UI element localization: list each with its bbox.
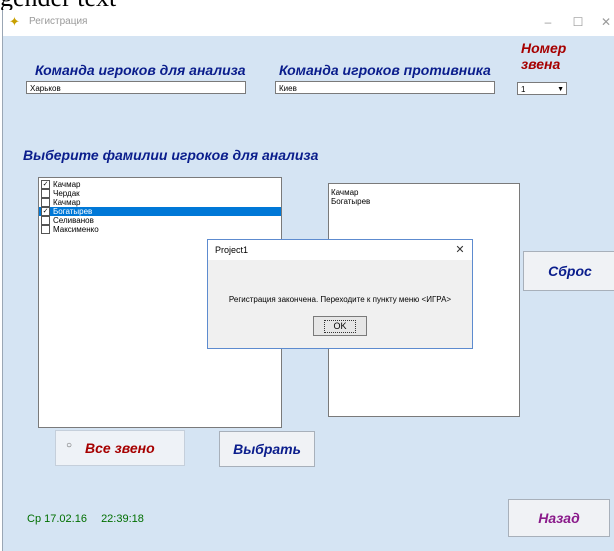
document-fragment-text: gender text bbox=[0, 0, 116, 10]
status-date: Ср 17.02.16 bbox=[27, 513, 87, 525]
dialog-title: Project1 bbox=[215, 245, 249, 255]
choose-button-label: Выбрать bbox=[233, 441, 301, 457]
title-bar: ✦ Регистрация – ☐ ✕ bbox=[3, 10, 614, 36]
status-time: 22:39:18 bbox=[101, 513, 144, 525]
choose-players-label: Выберите фамилии игроков для анализа bbox=[23, 147, 319, 163]
status-datetime: Ср 17.02.16 22:39:18 bbox=[27, 513, 144, 525]
player-name: Чердак bbox=[53, 189, 80, 198]
player-row-selected[interactable]: ✓ Богатырев bbox=[39, 207, 281, 216]
unit-number-select[interactable]: 1 ▼ bbox=[517, 82, 567, 95]
player-name: Качмар bbox=[53, 198, 81, 207]
player-row[interactable]: Чердак bbox=[39, 189, 281, 198]
document-fragment-strip: gender text bbox=[0, 0, 614, 10]
minimize-button[interactable]: – bbox=[535, 13, 561, 31]
team-analysis-input[interactable]: Харьков bbox=[26, 81, 246, 94]
dialog-message: Регистрация закончена. Переходите к пунк… bbox=[228, 295, 452, 304]
team-opponent-input[interactable]: Киев bbox=[275, 81, 495, 94]
app-icon: ✦ bbox=[9, 14, 20, 29]
dialog-close-icon[interactable]: ✕ bbox=[452, 243, 468, 256]
back-button[interactable]: Назад bbox=[508, 499, 610, 537]
window-title: Регистрация bbox=[29, 16, 88, 27]
player-name: Качмар bbox=[53, 180, 81, 189]
checked-icon[interactable]: ✓ bbox=[41, 180, 50, 189]
message-dialog: Project1 ✕ Регистрация закончена. Перехо… bbox=[207, 239, 473, 349]
ok-button-label: OK bbox=[324, 319, 356, 333]
list-item[interactable]: Качмар bbox=[329, 188, 519, 197]
player-row[interactable]: ✓ Качмар bbox=[39, 180, 281, 189]
player-name: Селиванов bbox=[53, 216, 94, 225]
reset-button-label: Сброс bbox=[548, 263, 592, 279]
team-analysis-label: Команда игроков для анализа bbox=[35, 62, 246, 78]
checkbox-icon[interactable] bbox=[41, 225, 50, 234]
player-row[interactable]: Качмар bbox=[39, 198, 281, 207]
checkbox-icon[interactable] bbox=[41, 198, 50, 207]
checkbox-icon[interactable] bbox=[41, 216, 50, 225]
player-name: Максименко bbox=[53, 225, 99, 234]
whole-unit-label: Все звено bbox=[85, 440, 155, 456]
checkbox-icon[interactable] bbox=[41, 189, 50, 198]
list-item[interactable]: Богатырев bbox=[329, 197, 519, 206]
unit-number-label: Номер звена bbox=[521, 40, 567, 72]
maximize-button[interactable]: ☐ bbox=[565, 13, 591, 31]
team-opponent-label: Команда игроков противника bbox=[279, 62, 491, 78]
dialog-title-bar: Project1 ✕ bbox=[208, 240, 472, 260]
player-row[interactable]: Максименко bbox=[39, 225, 281, 234]
ok-button[interactable]: OK bbox=[313, 316, 367, 336]
choose-button[interactable]: Выбрать bbox=[219, 431, 315, 467]
unit-number-value: 1 bbox=[521, 85, 526, 94]
player-name: Богатырев bbox=[53, 207, 93, 216]
close-button[interactable]: ✕ bbox=[593, 13, 614, 31]
reset-button[interactable]: Сброс bbox=[523, 251, 614, 291]
player-row[interactable]: Селиванов bbox=[39, 216, 281, 225]
back-button-label: Назад bbox=[538, 510, 580, 526]
radio-icon[interactable]: ○ bbox=[66, 440, 72, 451]
checked-icon[interactable]: ✓ bbox=[41, 207, 50, 216]
chevron-down-icon[interactable]: ▼ bbox=[557, 83, 564, 96]
whole-unit-radio-group[interactable]: ○ Все звено bbox=[55, 430, 185, 466]
